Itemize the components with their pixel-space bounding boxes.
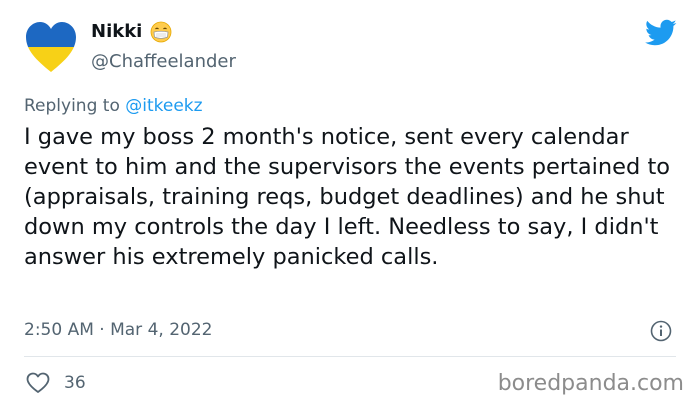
user-handle[interactable]: @Chaffeelander: [91, 50, 236, 74]
heart-icon[interactable]: [26, 372, 50, 394]
tweet-text: I gave my boss 2 month's notice, sent ev…: [24, 124, 671, 270]
divider: [24, 356, 676, 357]
replying-to-line: Replying to @itkeekz: [24, 95, 203, 117]
tweet-timestamp[interactable]: 2:50 AM · Mar 4, 2022: [24, 319, 212, 341]
author-name-row: Nikki: [91, 20, 172, 44]
replying-to-label: Replying to: [24, 96, 126, 116]
info-icon[interactable]: [650, 320, 672, 342]
face-with-medical-mask-icon: [150, 21, 172, 43]
twitter-bird-icon[interactable]: [645, 19, 677, 47]
avatar[interactable]: [26, 22, 76, 74]
replying-to-mention-link[interactable]: @itkeekz: [125, 96, 202, 116]
watermark: boredpanda.com: [497, 371, 684, 396]
display-name[interactable]: Nikki: [91, 20, 142, 44]
like-count[interactable]: 36: [64, 372, 86, 394]
